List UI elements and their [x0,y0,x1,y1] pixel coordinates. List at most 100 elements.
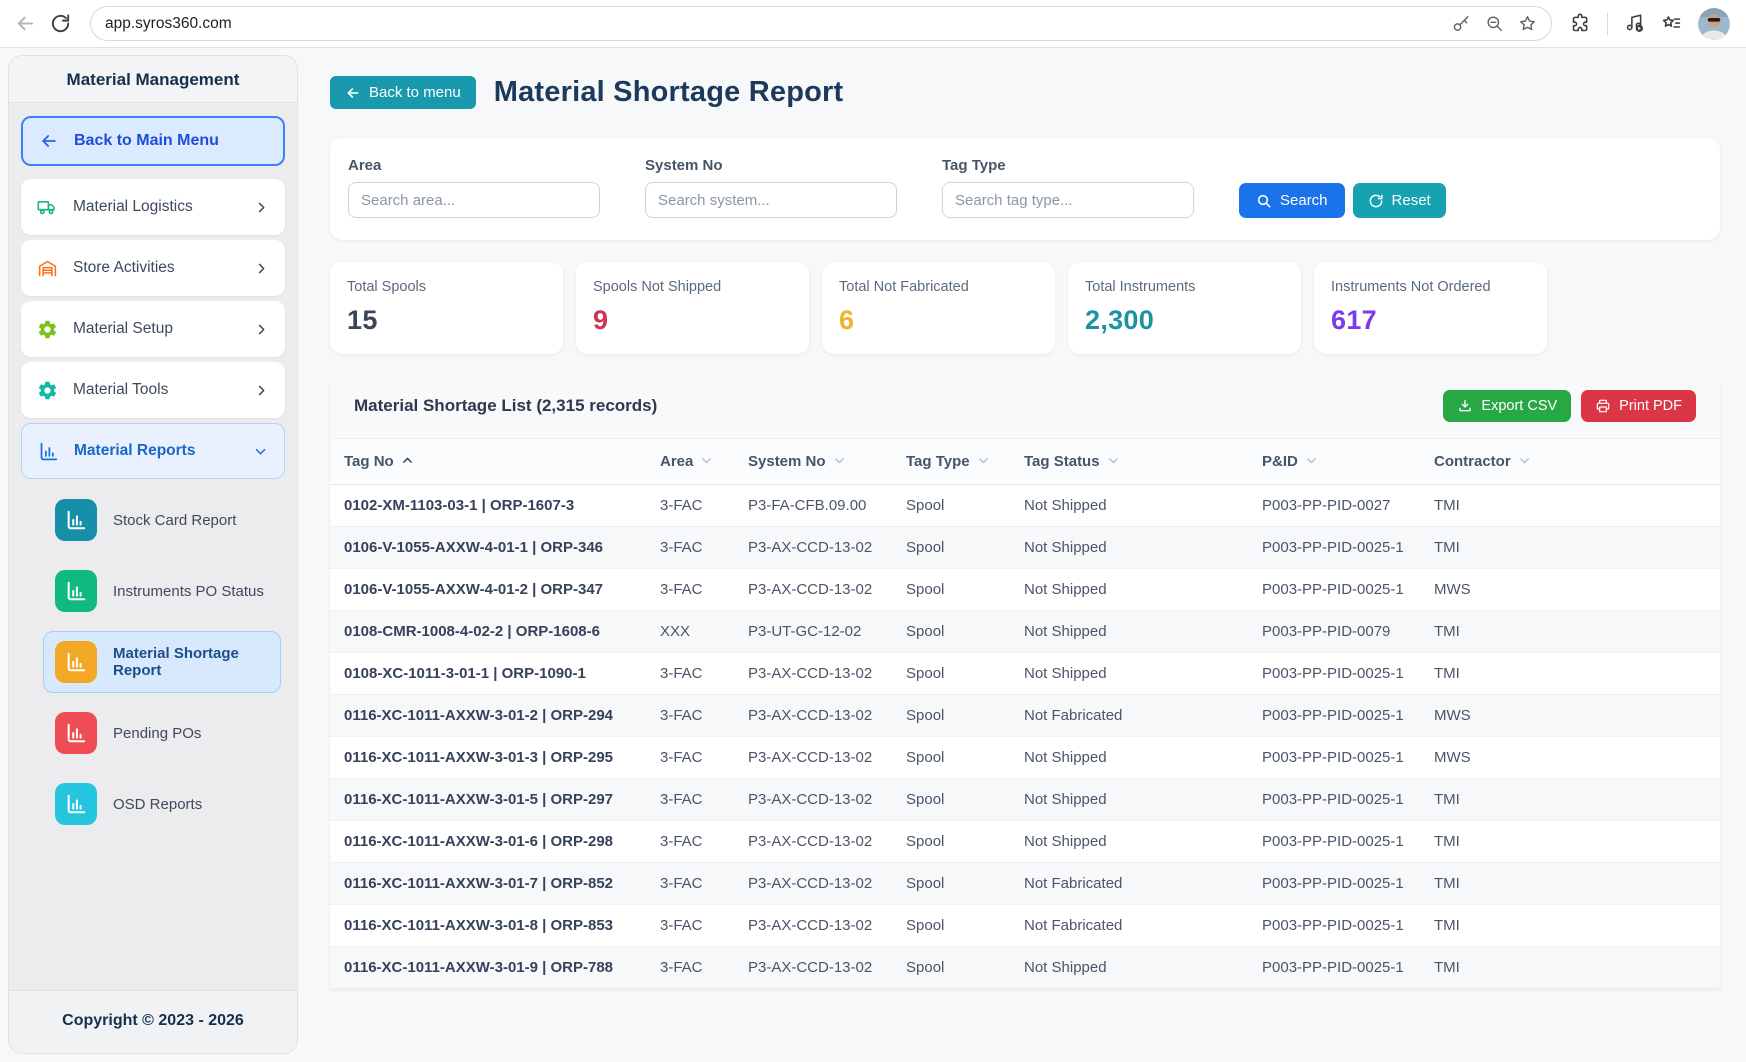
area-input[interactable] [348,182,600,218]
table-row[interactable]: 0116-XC-1011-AXXW-3-01-7 | ORP-8523-FACP… [330,863,1720,905]
sidebar-item-material-tools[interactable]: Material Tools [21,362,285,418]
system-no-input[interactable] [645,182,897,218]
table-cell: TMI [1424,821,1720,863]
tag-type-input[interactable] [942,182,1194,218]
col-header-tag-status[interactable]: Tag Status [1014,439,1252,485]
table-cell: TMI [1424,863,1720,905]
browser-reload-icon[interactable] [49,12,72,35]
bar-chart-icon [55,783,97,825]
col-header-tag-type[interactable]: Tag Type [896,439,1014,485]
back-to-menu-button[interactable]: Back to menu [330,76,476,109]
sidebar-item-pending-pos[interactable]: Pending POs [43,702,281,764]
table-cell: Spool [896,569,1014,611]
bookmark-star-icon[interactable] [1518,14,1537,33]
table-cell: Spool [896,821,1014,863]
table-cell: 3-FAC [650,695,738,737]
table-cell: P3-UT-GC-12-02 [738,611,896,653]
address-bar[interactable]: app.syros360.com [90,6,1552,41]
media-control-icon[interactable] [1624,13,1645,34]
sidebar-item-label: Material Tools [73,381,239,399]
table-cell: 0116-XC-1011-AXXW-3-01-3 | ORP-295 [330,737,650,779]
col-header-area[interactable]: Area [650,439,738,485]
sidebar-item-material-shortage-report[interactable]: Material Shortage Report [43,631,281,693]
column-label: Contractor [1434,453,1511,470]
reset-button[interactable]: Reset [1353,183,1446,218]
table-cell: 0116-XC-1011-AXXW-3-01-5 | ORP-297 [330,779,650,821]
sidebar-item-instruments-po-status[interactable]: Instruments PO Status [43,560,281,622]
chevron-down-icon [977,454,990,467]
column-label: Area [660,453,693,470]
filter-field-tag-type: Tag Type [942,157,1194,218]
filter-fields: AreaSystem NoTag Type [348,157,1194,218]
shortage-table-card: Material Shortage List (2,315 records) E… [330,374,1720,989]
app-shell: Material Management Back to Main Menu Ma… [0,48,1746,1062]
sidebar-item-stock-card-report[interactable]: Stock Card Report [43,489,281,551]
bar-chart-icon [38,441,59,462]
table-row[interactable]: 0116-XC-1011-AXXW-3-01-6 | ORP-2983-FACP… [330,821,1720,863]
extensions-puzzle-icon[interactable] [1570,13,1591,34]
favorites-list-icon[interactable] [1661,13,1682,34]
table-row[interactable]: 0116-XC-1011-AXXW-3-01-2 | ORP-2943-FACP… [330,695,1720,737]
col-header-system-no[interactable]: System No [738,439,896,485]
sidebar-item-osd-reports[interactable]: OSD Reports [43,773,281,835]
shortage-table: Tag No Area System NoTag Type Tag Status P&I… [330,439,1720,989]
table-row[interactable]: 0102-XM-1103-03-1 | ORP-1607-33-FACP3-FA… [330,485,1720,527]
copyright-text: Copyright © 2023 - 2026 [9,990,297,1053]
table-cell: 0108-XC-1011-3-01-1 | ORP-1090-1 [330,653,650,695]
bar-chart-icon [55,499,97,541]
table-cell: Spool [896,779,1014,821]
table-title: Material Shortage List (2,315 records) [354,396,657,416]
table-cell: 3-FAC [650,779,738,821]
search-button[interactable]: Search [1239,183,1345,218]
table-cell: Spool [896,527,1014,569]
col-header-tag-no[interactable]: Tag No [330,439,650,485]
table-row[interactable]: 0116-XC-1011-AXXW-3-01-9 | ORP-7883-FACP… [330,947,1720,989]
reset-button-label: Reset [1392,192,1431,209]
col-header-p-id[interactable]: P&ID [1252,439,1424,485]
stat-label: Instruments Not Ordered [1331,279,1530,295]
export-csv-button[interactable]: Export CSV [1443,390,1571,422]
browser-back-icon[interactable] [14,12,37,35]
table-row[interactable]: 0108-CMR-1008-4-02-2 | ORP-1608-6XXXP3-U… [330,611,1720,653]
zoom-out-icon[interactable] [1485,14,1504,33]
table-cell: 0116-XC-1011-AXXW-3-01-8 | ORP-853 [330,905,650,947]
table-cell: TMI [1424,611,1720,653]
table-row[interactable]: 0106-V-1055-AXXW-4-01-2 | ORP-3473-FACP3… [330,569,1720,611]
table-cell: Spool [896,653,1014,695]
table-row[interactable]: 0108-XC-1011-3-01-1 | ORP-1090-13-FACP3-… [330,653,1720,695]
table-row[interactable]: 0116-XC-1011-AXXW-3-01-3 | ORP-2953-FACP… [330,737,1720,779]
column-label: Tag No [344,453,394,470]
sidebar-item-material-logistics[interactable]: Material Logistics [21,179,285,235]
sidebar-item-label: OSD Reports [113,796,202,813]
sidebar-item-material-setup[interactable]: Material Setup [21,301,285,357]
table-cell: P3-AX-CCD-13-02 [738,905,896,947]
filter-label: Area [348,157,600,174]
sidebar-item-material-reports[interactable]: Material Reports [21,423,285,479]
password-key-icon[interactable] [1452,14,1471,33]
gear-icon [37,380,58,401]
table-cell: Not Shipped [1014,569,1252,611]
sidebar-report-items: Stock Card Report Instruments PO Status Ma… [21,489,285,844]
profile-avatar[interactable] [1698,8,1730,40]
sidebar-item-label: Material Setup [73,320,239,338]
table-header-row: Tag No Area System NoTag Type Tag Status P&I… [330,439,1720,485]
page-header: Back to menu Material Shortage Report [330,76,1720,109]
print-pdf-button[interactable]: Print PDF [1581,390,1696,422]
back-to-main-menu-button[interactable]: Back to Main Menu [21,116,285,166]
table-cell: TMI [1424,485,1720,527]
table-row[interactable]: 0106-V-1055-AXXW-4-01-1 | ORP-3463-FACP3… [330,527,1720,569]
chevron-right-icon [254,383,269,398]
column-label: Tag Status [1024,453,1100,470]
table-row[interactable]: 0116-XC-1011-AXXW-3-01-5 | ORP-2973-FACP… [330,779,1720,821]
sidebar-item-store-activities[interactable]: Store Activities [21,240,285,296]
stat-value: 15 [347,305,546,336]
table-row[interactable]: 0116-XC-1011-AXXW-3-01-8 | ORP-8533-FACP… [330,905,1720,947]
col-header-contractor[interactable]: Contractor [1424,439,1720,485]
table-cell: 3-FAC [650,905,738,947]
table-cell: Not Shipped [1014,611,1252,653]
table-cell: MWS [1424,569,1720,611]
table-cell: Spool [896,905,1014,947]
table-cell: 0108-CMR-1008-4-02-2 | ORP-1608-6 [330,611,650,653]
search-button-label: Search [1280,192,1328,209]
table-cell: P3-FA-CFB.09.00 [738,485,896,527]
